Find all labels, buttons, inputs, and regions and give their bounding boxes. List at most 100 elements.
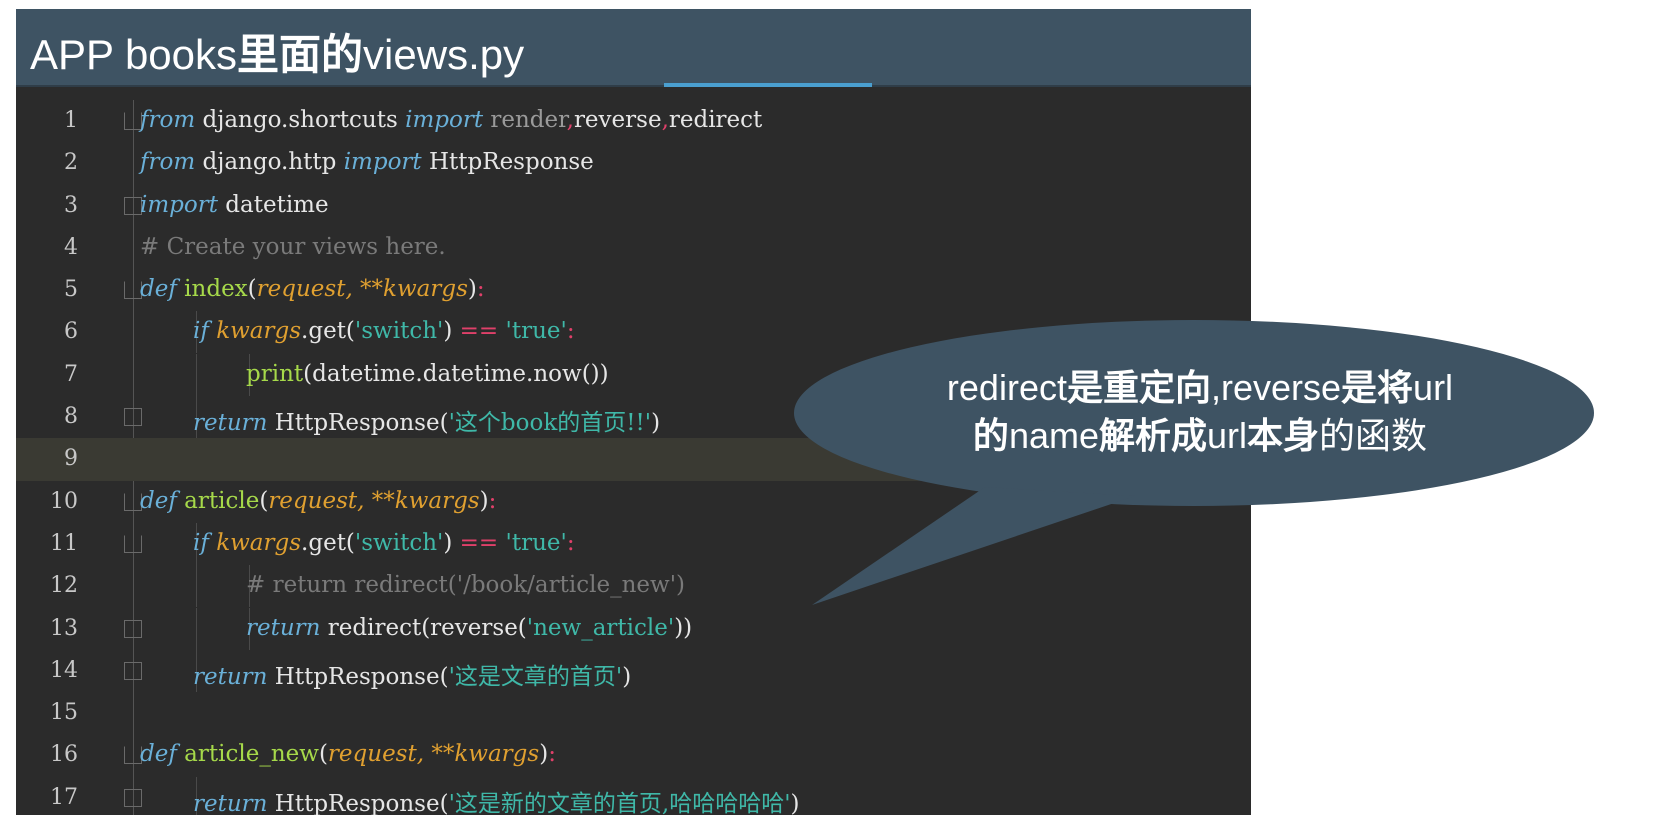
code-line[interactable]: 15 [16, 692, 1251, 734]
code-token: ) [479, 487, 489, 514]
code-text: return HttpResponse('这是新的文章的首页,哈哈哈哈哈') [193, 784, 800, 815]
code-token: == [459, 318, 499, 345]
code-token: HttpResponse( [267, 663, 449, 690]
code-token: HttpResponse( [267, 790, 449, 815]
code-token: : [488, 487, 497, 514]
code-token: if [193, 529, 209, 556]
code-token: HttpResponse( [267, 410, 449, 437]
code-token: : [566, 318, 575, 345]
fold-marker-icon[interactable] [124, 788, 142, 807]
title-bold: 里面的 [237, 31, 364, 78]
line-number: 17 [50, 784, 78, 810]
code-token: from [140, 149, 196, 176]
code-text: # return redirect('/book/article_new') [246, 572, 685, 598]
code-line[interactable]: 4 # Create your views here. [16, 227, 1251, 269]
callout-fragment: url [1413, 367, 1454, 408]
indent-guide [196, 607, 197, 650]
line-number: 8 [64, 404, 78, 430]
fold-marker-icon[interactable] [124, 534, 142, 553]
code-token: kwargs [216, 318, 302, 345]
line-number: 12 [50, 573, 78, 599]
fold-marker-icon[interactable] [124, 619, 142, 638]
code-token: ( [247, 276, 257, 303]
title-prefix: APP books [30, 31, 238, 78]
code-token: kwargs [216, 529, 302, 556]
line-number: 5 [64, 277, 78, 303]
code-token: from [140, 107, 196, 133]
code-text: def article_new(request, **kwargs): [140, 741, 556, 767]
code-line[interactable]: 12 # return redirect('/book/article_new') [16, 565, 1251, 608]
code-token: == [459, 529, 499, 556]
code-text: if kwargs.get('switch') == 'true': [193, 530, 575, 556]
line-number: 2 [64, 150, 78, 176]
code-token: request, **kwargs [327, 741, 540, 768]
code-token: .get( [301, 318, 355, 345]
code-token: return [193, 663, 268, 690]
line-number: 4 [64, 234, 78, 260]
code-token: # return redirect('/book/article_new') [246, 572, 685, 599]
code-token: '这是新的文章的首页,哈哈哈哈哈' [448, 790, 791, 815]
code-token: def [140, 741, 177, 768]
code-token: ( [318, 741, 328, 768]
code-line[interactable]: 11 if kwargs.get('switch') == 'true': [16, 522, 1251, 565]
code-token: 'switch' [354, 529, 444, 556]
code-token: 'true' [505, 318, 567, 345]
code-token: ) [790, 790, 800, 815]
code-token: ) [443, 318, 460, 345]
code-line[interactable]: 17 return HttpResponse('这是新的文章的首页,哈哈哈哈哈') [16, 776, 1251, 815]
code-line[interactable]: 10 def article(request, **kwargs): [16, 481, 1251, 523]
code-token: ) [467, 276, 477, 303]
code-token: article_new [184, 741, 319, 768]
callout-fragment: 的函数 [1319, 415, 1428, 456]
code-line[interactable]: 9 [16, 438, 1251, 481]
code-token: '这个book的首页!!' [448, 410, 652, 437]
code-token: ) [539, 741, 549, 768]
code-line[interactable]: 7 print(datetime.datetime.now()) [16, 353, 1251, 396]
line-number: 1 [64, 108, 78, 133]
code-token: , [661, 107, 669, 133]
code-token: 'switch' [354, 318, 444, 345]
code-token: datetime [217, 191, 329, 218]
code-token: def [140, 276, 177, 303]
line-number: 7 [64, 361, 78, 387]
code-token: redirect(reverse( [320, 614, 527, 641]
code-text: def index(request, **kwargs): [140, 276, 485, 302]
line-number: 15 [50, 700, 78, 726]
line-number: 16 [50, 742, 78, 768]
code-line[interactable]: 8 return HttpResponse('这个book的首页!!') [16, 396, 1251, 439]
code-text: print(datetime.datetime.now()) [246, 361, 609, 387]
callout-fragment: 是将 [1341, 367, 1414, 408]
fold-marker-icon[interactable] [124, 661, 142, 680]
code-line[interactable]: 2 from django.http import HttpResponse [16, 142, 1251, 184]
code-text: def article(request, **kwargs): [140, 488, 496, 514]
code-token: article [184, 487, 260, 514]
line-number: 11 [50, 530, 78, 556]
code-area[interactable]: 1 from django.shortcuts import render,rev… [16, 100, 1251, 815]
code-token: return [246, 614, 321, 641]
line-number: 13 [50, 615, 78, 641]
active-tab-indicator [664, 83, 872, 87]
code-token: if [193, 318, 209, 345]
fold-marker-icon[interactable] [124, 408, 142, 427]
code-token: import [405, 107, 484, 133]
code-line[interactable]: 16 def article_new(request, **kwargs): [16, 734, 1251, 776]
code-text: return redirect(reverse('new_article')) [246, 615, 692, 641]
line-number: 6 [64, 319, 78, 345]
code-line[interactable]: 1 from django.shortcuts import render,rev… [16, 100, 1251, 142]
code-line[interactable]: 6 if kwargs.get('switch') == 'true': [16, 311, 1251, 354]
code-line[interactable]: 13 return redirect(reverse('new_article')… [16, 607, 1251, 650]
code-token: ) [651, 410, 661, 437]
code-editor: APP books里面的views.py 1 from django.shortc… [16, 9, 1251, 815]
code-line[interactable]: 5 def index(request, **kwargs): [16, 269, 1251, 311]
indent-guide [196, 353, 197, 396]
code-token: django.shortcuts [195, 107, 406, 133]
code-line[interactable]: 3 import datetime [16, 185, 1251, 227]
code-text: return HttpResponse('这个book的首页!!') [193, 403, 660, 437]
code-token: django.http [195, 149, 344, 176]
code-token: redirect [668, 107, 763, 133]
page-title: APP books里面的views.py [30, 21, 524, 82]
code-text: import datetime [140, 192, 329, 218]
code-token: import [343, 149, 422, 176]
code-text: return HttpResponse('这是文章的首页') [193, 657, 631, 691]
code-line[interactable]: 14 return HttpResponse('这是文章的首页') [16, 649, 1251, 692]
